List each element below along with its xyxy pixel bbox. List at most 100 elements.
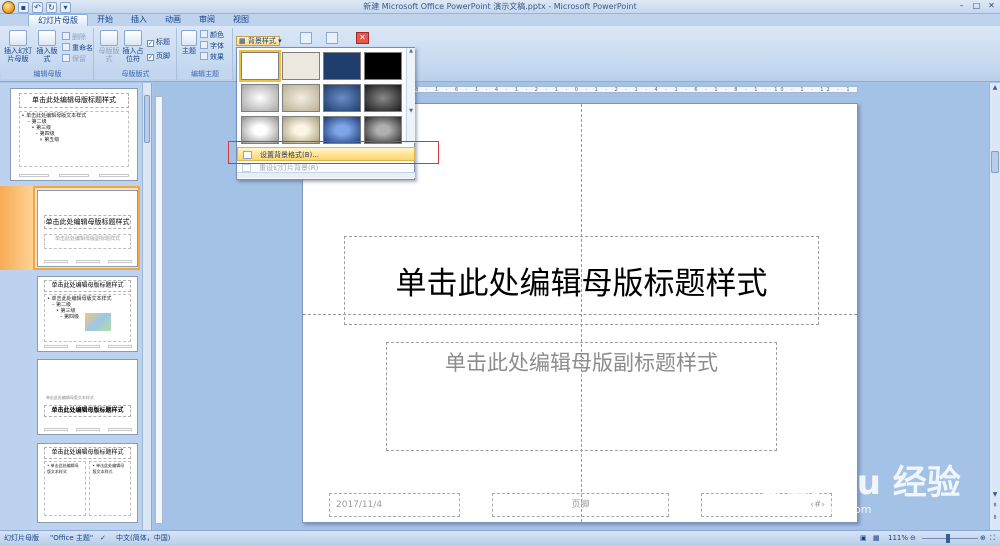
tab-slide-master[interactable]: 幻灯片母版 (28, 14, 88, 26)
colors-icon (200, 30, 208, 38)
close-icon[interactable]: ✕ (985, 1, 998, 12)
title-checkbox[interactable]: ✓ 标题 (147, 38, 170, 47)
thumbnail-two-content-layout[interactable]: 单击此处编辑母版标题样式 • 单击此处编辑母版文本样式 • 单击此处编辑母版文本… (37, 443, 138, 523)
ribbon: 插入幻灯片母版 插入版式 删除 重命名 保留 编辑母版 母版版式 插入占位符 ✓… (0, 26, 1000, 82)
scrollbar-thumb[interactable] (991, 151, 999, 173)
status-language[interactable]: 中文(简体，中国) (116, 531, 170, 546)
thumbnail-footer (44, 260, 68, 263)
group-edit-master: 插入幻灯片母版 插入版式 删除 重命名 保留 编辑母版 (2, 28, 94, 80)
colors-button[interactable]: 颜色 (200, 30, 224, 40)
insert-placeholder-button[interactable]: 插入占位符 (121, 30, 145, 63)
fonts-icon (200, 41, 208, 49)
tab-home[interactable]: 开始 (88, 14, 122, 26)
background-styles-button[interactable]: ▦ 背景样式 ▾ (236, 36, 282, 46)
background-swatch-10[interactable] (282, 116, 320, 144)
thumbnail-title: 单击此处编辑母版标题样式 (43, 280, 132, 292)
subtitle-placeholder[interactable]: 单击此处编辑母版副标题样式 (386, 342, 777, 451)
group-label-edit-master: 编辑母版 (2, 70, 93, 79)
background-swatch-12[interactable] (364, 116, 402, 144)
thumbnail-footer (44, 428, 68, 431)
thumbnail-body: • 单击此处编辑母版文本样式 – 第二级 • 第三级 – 第四级 (43, 294, 132, 342)
resize-grip[interactable] (237, 172, 415, 178)
spellcheck-icon[interactable]: ✓ (100, 531, 106, 546)
ribbon-tabs: 幻灯片母版 开始 插入 动画 审阅 视图 (0, 14, 1000, 26)
title-placeholder[interactable]: 单击此处编辑母版标题样式 (344, 236, 819, 325)
rename-button[interactable]: 重命名 (62, 43, 93, 53)
footer-placeholder[interactable]: 页脚 (492, 493, 669, 517)
thumbnail-footer (108, 428, 132, 431)
thumbnail-master[interactable]: 单击此处编辑母版标题样式 • 单击此处编辑母版文本样式 – 第二级 • 第三级 … (10, 88, 138, 181)
main-scrollbar[interactable]: ▲ ▼ ⇞ ⇟ (989, 83, 1000, 530)
master-layout-icon (100, 30, 118, 46)
status-zoom[interactable]: 111% (888, 531, 908, 546)
zoom-slider[interactable] (922, 538, 978, 539)
group-master-layout: 母版版式 插入占位符 ✓ 标题 ✓ 页脚 母版版式 (95, 28, 177, 80)
insert-layout-icon (38, 30, 56, 46)
preserve-button[interactable]: 保留 (62, 54, 86, 64)
selected-layout-indicator (0, 186, 36, 270)
thumbnail-footer (59, 174, 89, 177)
normal-view-icon[interactable]: ▣ (860, 531, 867, 546)
master-layout-button[interactable]: 母版版式 (97, 30, 121, 63)
previous-slide-icon[interactable]: ⇞ (990, 501, 1000, 511)
thumbnail-footer (76, 345, 100, 348)
insert-master-icon (9, 30, 27, 46)
insert-slide-master-button[interactable]: 插入幻灯片母版 (4, 30, 32, 63)
sorter-view-icon[interactable]: ▦ (873, 531, 880, 546)
minimize-icon[interactable]: – (955, 1, 968, 12)
thumbnail-section-layout[interactable]: 单击此处编辑母版文本样式 单击此处编辑母版标题样式 (37, 359, 138, 435)
tab-insert[interactable]: 插入 (122, 14, 156, 26)
zoom-slider-thumb[interactable] (946, 534, 950, 543)
group-label-master-layout: 母版版式 (95, 70, 176, 79)
scroll-up-icon[interactable]: ▲ (990, 83, 1000, 93)
thumbnail-footer (76, 260, 100, 263)
zoom-out-icon[interactable]: ⊖ (910, 531, 916, 546)
delete-button[interactable]: 删除 (62, 32, 86, 42)
background-swatch-7[interactable] (323, 84, 361, 112)
tab-animations[interactable]: 动画 (156, 14, 190, 26)
chevron-up-icon[interactable]: ▲ (409, 48, 413, 54)
thumbnail-footer (76, 428, 100, 431)
background-swatch-2[interactable] (282, 52, 320, 80)
background-swatch-3[interactable] (323, 52, 361, 80)
background-swatch-5[interactable] (241, 84, 279, 112)
rename-icon (62, 43, 70, 51)
thumbnails-scrollbar[interactable] (142, 83, 151, 530)
close-master-view-icon[interactable]: ✕ (356, 32, 369, 44)
date-placeholder[interactable]: 2017/11/4 (329, 493, 460, 517)
next-slide-icon[interactable]: ⇟ (990, 513, 1000, 523)
fonts-button[interactable]: 字体 (200, 41, 224, 51)
background-swatch-6[interactable] (282, 84, 320, 112)
status-bar: 幻灯片母版 "Office 主题" ✓ 中文(简体，中国) ▣ ▦ 111% ⊖… (0, 530, 1000, 546)
scrollbar-thumb[interactable] (144, 95, 150, 143)
status-theme: "Office 主题" (50, 534, 94, 542)
thumbnail-footer (19, 174, 49, 177)
theme-button[interactable]: 主题 (180, 30, 198, 55)
window-title: 新建 Microsoft Office PowerPoint 演示文稿.pptx… (363, 2, 637, 11)
background-swatch-9[interactable] (241, 116, 279, 144)
background-swatch-11[interactable] (323, 116, 361, 144)
watermark-logo: Bai du 经验 (760, 463, 961, 503)
slide-orientation-icon[interactable] (326, 32, 340, 46)
thumbnail-body: • 单击此处编辑母版文本样式 – 第二级 • 第三级 – 第四级 » 第五级 (18, 111, 130, 167)
insert-layout-button[interactable]: 插入版式 (34, 30, 60, 63)
tab-view[interactable]: 视图 (224, 14, 258, 26)
tab-review[interactable]: 审阅 (190, 14, 224, 26)
group-label-edit-theme: 编辑主题 (178, 70, 232, 79)
vertical-ruler (155, 96, 163, 524)
maximize-icon[interactable]: □ (970, 1, 983, 12)
effects-button[interactable]: 效果 (200, 52, 224, 62)
background-swatch-1[interactable] (239, 50, 281, 82)
background-swatch-4[interactable] (364, 52, 402, 80)
footer-checkbox[interactable]: ✓ 页脚 (147, 52, 170, 61)
fit-to-window-icon[interactable]: ⛶ (990, 531, 995, 546)
thumbnail-title: 单击此处编辑母版标题样式 (43, 215, 132, 229)
zoom-in-icon[interactable]: ⊕ (980, 531, 986, 546)
thumbnail-title-layout[interactable]: 单击此处编辑母版标题样式 单击此处编辑母版副标题样式 (37, 190, 138, 267)
thumbnail-content-layout[interactable]: 单击此处编辑母版标题样式 • 单击此处编辑母版文本样式 – 第二级 • 第三级 … (37, 276, 138, 352)
chevron-down-icon[interactable]: ▼ (409, 108, 413, 114)
scroll-down-icon[interactable]: ▼ (990, 490, 1000, 500)
page-setup-icon[interactable] (300, 32, 314, 46)
background-swatch-8[interactable] (364, 84, 402, 112)
gallery-scrollbar[interactable]: ▲ ▼ (406, 48, 415, 143)
